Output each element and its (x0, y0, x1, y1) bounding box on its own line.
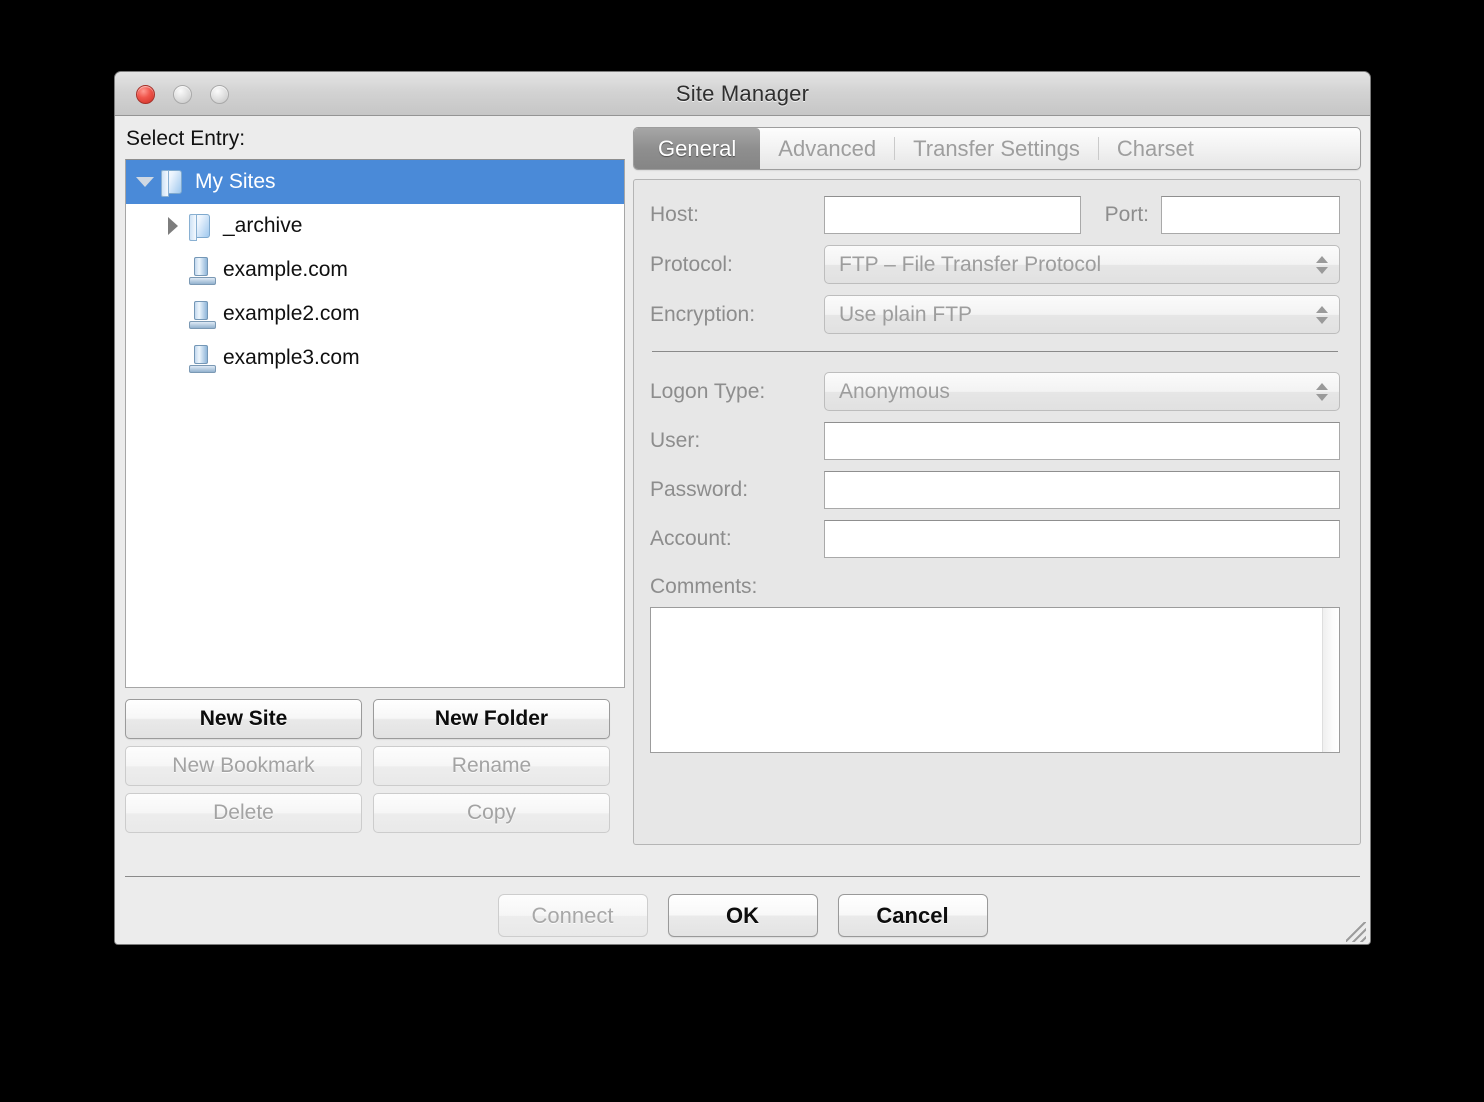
rename-button: Rename (373, 746, 610, 786)
window-titlebar[interactable]: Site Manager (115, 72, 1370, 116)
port-input[interactable] (1161, 196, 1340, 234)
logon-type-label: Logon Type: (650, 379, 766, 403)
tree-item-example3-com[interactable]: example3.com (126, 336, 624, 380)
tree-item-label: _archive (223, 214, 303, 237)
host-row: Host: Port: (650, 196, 1340, 234)
host-input[interactable] (824, 196, 1081, 234)
user-row: User: (650, 422, 1340, 460)
stepper-arrows-icon[interactable] (1316, 305, 1328, 324)
account-label: Account: (650, 527, 732, 550)
tab-charset[interactable]: Charset (1099, 128, 1212, 169)
tab-advanced[interactable]: Advanced (760, 128, 894, 169)
port-label: Port: (1104, 203, 1149, 226)
connect-button: Connect (497, 894, 648, 937)
window-body: Select Entry: My Sites _archive example.… (115, 116, 1370, 944)
tree-item-my-sites[interactable]: My Sites (126, 160, 624, 204)
logon-type-select[interactable]: Anonymous (824, 372, 1340, 411)
tree-item-label: My Sites (195, 170, 276, 193)
protocol-label: Protocol: (650, 252, 733, 276)
user-input[interactable] (824, 422, 1340, 460)
copy-button: Copy (373, 793, 610, 833)
encryption-value: Use plain FTP (839, 302, 973, 326)
ok-button[interactable]: OK (667, 894, 818, 937)
tree-item-archive[interactable]: _archive (126, 204, 624, 248)
password-input[interactable] (824, 471, 1340, 509)
new-folder-button[interactable]: New Folder (373, 699, 610, 739)
select-entry-label: Select Entry: (126, 127, 246, 150)
tree-item-example2-com[interactable]: example2.com (126, 292, 624, 336)
delete-button: Delete (125, 793, 362, 833)
password-row: Password: (650, 471, 1340, 509)
dialog-buttons: Connect OK Cancel (115, 894, 1370, 937)
new-site-button[interactable]: New Site (125, 699, 362, 739)
folder-icon (186, 212, 216, 241)
site-settings-column: General Advanced Transfer Settings Chars… (633, 127, 1361, 845)
encryption-label: Encryption: (650, 302, 756, 326)
user-label: User: (650, 429, 701, 452)
site-tree[interactable]: My Sites _archive example.com example2.c… (125, 159, 625, 688)
protocol-select[interactable]: FTP – File Transfer Protocol (824, 245, 1340, 284)
logon-type-row: Logon Type: Anonymous (650, 372, 1340, 411)
tab-transfer-settings[interactable]: Transfer Settings (895, 128, 1098, 169)
server-icon (186, 344, 216, 373)
host-label: Host: (650, 203, 700, 226)
tree-item-label: example3.com (223, 346, 360, 369)
entry-selection-column: Select Entry: My Sites _archive example.… (125, 116, 625, 833)
tree-item-label: example2.com (223, 302, 360, 325)
logon-type-value: Anonymous (839, 379, 950, 403)
general-tab-panel: Host: Port: Protocol: FTP – File Transfe… (633, 179, 1361, 845)
window-title: Site Manager (675, 81, 810, 106)
bottom-divider (125, 876, 1360, 877)
protocol-row: Protocol: FTP – File Transfer Protocol (650, 245, 1340, 284)
site-manager-window: Site Manager Select Entry: My Sites _arc… (114, 71, 1371, 945)
encryption-row: Encryption: Use plain FTP (650, 295, 1340, 334)
stepper-arrows-icon[interactable] (1316, 255, 1328, 274)
settings-tabbar: General Advanced Transfer Settings Chars… (633, 127, 1361, 170)
tree-action-buttons: New Site New Folder New Bookmark Rename … (125, 699, 625, 833)
tab-general[interactable]: General (634, 128, 761, 169)
comments-label: Comments: (650, 575, 758, 598)
resize-grip[interactable] (1346, 922, 1366, 942)
server-icon (186, 300, 216, 329)
tree-item-example-com[interactable]: example.com (126, 248, 624, 292)
account-input[interactable] (824, 520, 1340, 558)
encryption-select[interactable]: Use plain FTP (824, 295, 1340, 334)
stepper-arrows-icon[interactable] (1316, 382, 1328, 401)
server-icon (186, 256, 216, 285)
comments-textarea[interactable] (650, 607, 1340, 753)
section-divider (652, 351, 1338, 352)
password-label: Password: (650, 478, 749, 501)
comments-scrollbar[interactable] (1322, 608, 1339, 752)
disclosure-triangle-right-icon[interactable] (160, 217, 186, 235)
folder-icon (158, 168, 188, 197)
protocol-value: FTP – File Transfer Protocol (839, 252, 1102, 276)
new-bookmark-button: New Bookmark (125, 746, 362, 786)
account-row: Account: (650, 520, 1340, 558)
tree-item-label: example.com (223, 258, 348, 281)
cancel-button[interactable]: Cancel (837, 894, 988, 937)
disclosure-triangle-down-icon[interactable] (132, 177, 158, 187)
